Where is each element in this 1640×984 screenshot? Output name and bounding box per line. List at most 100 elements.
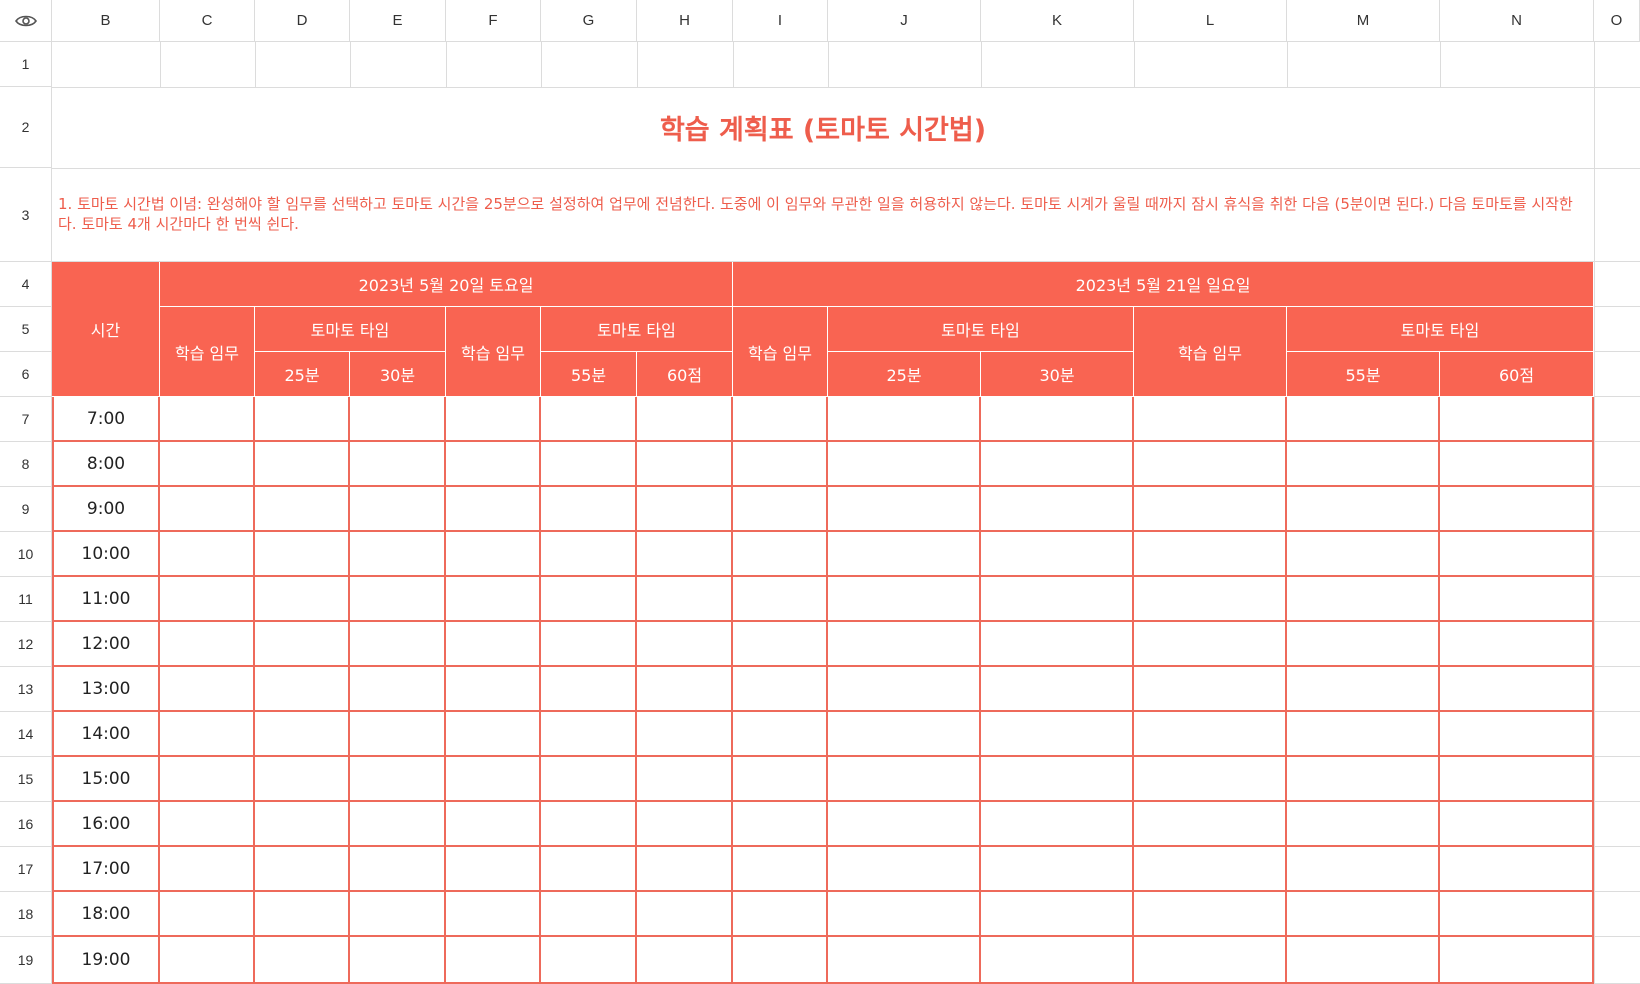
schedule-cell[interactable] <box>1440 757 1594 802</box>
row-header-4[interactable]: 4 <box>0 262 52 307</box>
schedule-cell[interactable] <box>733 622 828 667</box>
time-cell[interactable]: 13:00 <box>52 667 160 712</box>
column-header-b[interactable]: B <box>52 0 160 42</box>
schedule-cell[interactable] <box>733 892 828 937</box>
schedule-cell[interactable] <box>1134 532 1287 577</box>
time-cell[interactable]: 11:00 <box>52 577 160 622</box>
header-time[interactable]: 시간 <box>52 262 160 397</box>
schedule-cell[interactable] <box>541 892 637 937</box>
column-header-j[interactable]: J <box>828 0 981 42</box>
header-day1[interactable]: 2023년 5월 20일 토요일 <box>160 262 733 307</box>
schedule-cell[interactable] <box>1134 622 1287 667</box>
schedule-cell[interactable] <box>1287 937 1440 984</box>
schedule-cell[interactable] <box>446 442 541 487</box>
header-tomato-jk[interactable]: 토마토 타임 <box>828 307 1134 352</box>
sheet-title[interactable]: 학습 계획표 (토마토 시간법) <box>52 87 1594 167</box>
header-task-l[interactable]: 학습 임무 <box>1134 307 1287 397</box>
select-all-corner[interactable] <box>0 0 52 42</box>
schedule-cell[interactable] <box>446 487 541 532</box>
schedule-cell[interactable] <box>160 937 255 984</box>
schedule-cell[interactable] <box>828 397 981 442</box>
header-tomato-gh[interactable]: 토마토 타임 <box>541 307 733 352</box>
pomodoro-note[interactable]: 1. 토마토 시간법 이념: 완성해야 할 임무를 선택하고 토마토 시간을 2… <box>52 168 1594 261</box>
schedule-cell[interactable] <box>733 937 828 984</box>
schedule-cell[interactable] <box>255 757 350 802</box>
row-header-7[interactable]: 7 <box>0 397 52 442</box>
row-header-16[interactable]: 16 <box>0 802 52 847</box>
schedule-cell[interactable] <box>160 442 255 487</box>
schedule-cell[interactable] <box>350 487 446 532</box>
schedule-cell[interactable] <box>981 847 1134 892</box>
schedule-cell[interactable] <box>160 847 255 892</box>
schedule-cell[interactable] <box>1287 667 1440 712</box>
row-header-12[interactable]: 12 <box>0 622 52 667</box>
column-header-h[interactable]: H <box>637 0 733 42</box>
schedule-cell[interactable] <box>1134 802 1287 847</box>
schedule-cell[interactable] <box>1440 802 1594 847</box>
schedule-cell[interactable] <box>637 622 733 667</box>
schedule-cell[interactable] <box>733 667 828 712</box>
schedule-cell[interactable] <box>160 487 255 532</box>
header-55-m[interactable]: 55분 <box>1287 352 1440 397</box>
header-25-d[interactable]: 25분 <box>255 352 350 397</box>
column-header-n[interactable]: N <box>1440 0 1594 42</box>
schedule-cell[interactable] <box>350 397 446 442</box>
column-header-c[interactable]: C <box>160 0 255 42</box>
header-day2[interactable]: 2023년 5월 21일 일요일 <box>733 262 1594 307</box>
schedule-cell[interactable] <box>446 577 541 622</box>
schedule-cell[interactable] <box>160 712 255 757</box>
schedule-cell[interactable] <box>350 442 446 487</box>
column-header-d[interactable]: D <box>255 0 350 42</box>
column-header-e[interactable]: E <box>350 0 446 42</box>
schedule-cell[interactable] <box>637 712 733 757</box>
schedule-cell[interactable] <box>255 622 350 667</box>
schedule-cell[interactable] <box>255 667 350 712</box>
schedule-cell[interactable] <box>160 397 255 442</box>
schedule-cell[interactable] <box>541 577 637 622</box>
header-55-g[interactable]: 55분 <box>541 352 637 397</box>
schedule-cell[interactable] <box>541 622 637 667</box>
schedule-cell[interactable] <box>541 712 637 757</box>
column-header-f[interactable]: F <box>446 0 541 42</box>
row-header-13[interactable]: 13 <box>0 667 52 712</box>
row-header-3[interactable]: 3 <box>0 168 52 262</box>
schedule-cell[interactable] <box>1440 577 1594 622</box>
header-task-c[interactable]: 학습 임무 <box>160 307 255 397</box>
schedule-cell[interactable] <box>255 577 350 622</box>
schedule-cell[interactable] <box>1134 667 1287 712</box>
schedule-cell[interactable] <box>541 847 637 892</box>
header-tomato-de[interactable]: 토마토 타임 <box>255 307 446 352</box>
schedule-cell[interactable] <box>637 532 733 577</box>
schedule-cell[interactable] <box>828 532 981 577</box>
schedule-cell[interactable] <box>828 487 981 532</box>
schedule-cell[interactable] <box>255 532 350 577</box>
schedule-cell[interactable] <box>1287 577 1440 622</box>
schedule-cell[interactable] <box>446 892 541 937</box>
schedule-cell[interactable] <box>981 802 1134 847</box>
schedule-cell[interactable] <box>981 892 1134 937</box>
schedule-cell[interactable] <box>1287 487 1440 532</box>
row-header-19[interactable]: 19 <box>0 937 52 984</box>
schedule-cell[interactable] <box>1440 937 1594 984</box>
schedule-cell[interactable] <box>637 847 733 892</box>
row-header-18[interactable]: 18 <box>0 892 52 937</box>
row-header-8[interactable]: 8 <box>0 442 52 487</box>
time-cell[interactable]: 19:00 <box>52 937 160 984</box>
header-60-n[interactable]: 60점 <box>1440 352 1594 397</box>
schedule-cell[interactable] <box>541 757 637 802</box>
schedule-cell[interactable] <box>350 667 446 712</box>
schedule-cell[interactable] <box>541 532 637 577</box>
schedule-cell[interactable] <box>255 802 350 847</box>
schedule-cell[interactable] <box>733 757 828 802</box>
header-30-e[interactable]: 30분 <box>350 352 446 397</box>
schedule-cell[interactable] <box>981 442 1134 487</box>
schedule-cell[interactable] <box>350 892 446 937</box>
schedule-cell[interactable] <box>160 892 255 937</box>
schedule-cell[interactable] <box>733 577 828 622</box>
schedule-cell[interactable] <box>255 487 350 532</box>
schedule-cell[interactable] <box>446 847 541 892</box>
schedule-cell[interactable] <box>981 757 1134 802</box>
schedule-cell[interactable] <box>981 577 1134 622</box>
schedule-cell[interactable] <box>446 397 541 442</box>
schedule-cell[interactable] <box>1287 622 1440 667</box>
